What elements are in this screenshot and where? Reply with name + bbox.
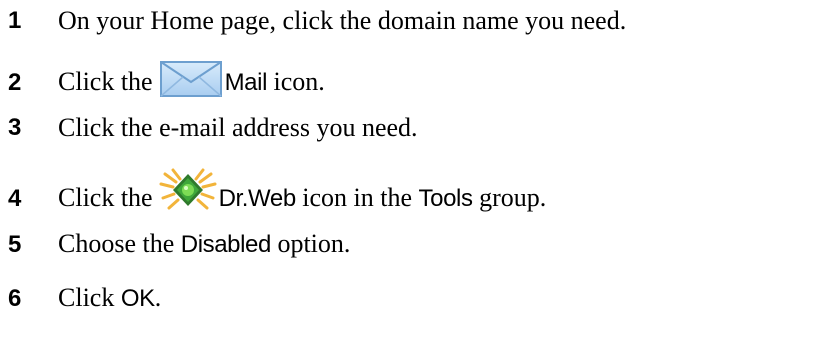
step-5: 5 Choose the Disabled option. [8, 229, 350, 260]
step-text: Click OK. [58, 283, 161, 314]
step-text-after: option. [277, 229, 351, 258]
step-text-middle: icon in the [302, 183, 413, 212]
step-2: 2 Click the Mail icon. [8, 60, 325, 98]
tools-label: Tools [418, 185, 473, 212]
mail-envelope-icon [159, 60, 223, 98]
step-number: 6 [8, 285, 22, 312]
step-text-after: . [154, 283, 162, 312]
step-text: Click the e-mail address you need. [58, 113, 418, 142]
drweb-antivirus-icon [159, 168, 217, 214]
step-text: Choose the Disabled option. [58, 229, 350, 260]
step-text: Click the Dr.Web icon in the Tools group… [58, 168, 546, 214]
drweb-label: Dr.Web [218, 185, 297, 212]
instruction-steps: 1 On your Home page, click the domain na… [0, 0, 824, 347]
disabled-option-label: Disabled [180, 231, 272, 258]
step-text-before: Click the [58, 183, 153, 212]
step-6: 6 Click OK. [8, 283, 161, 314]
step-text-after: group. [479, 183, 547, 212]
step-text-before: Click [58, 283, 115, 312]
step-text: On your Home page, click the domain name… [58, 6, 627, 35]
step-text-before: Choose the [58, 229, 175, 258]
step-number: 3 [8, 114, 22, 141]
step-number: 2 [8, 69, 22, 96]
step-text-before: Click the [58, 67, 153, 96]
mail-label: Mail [224, 69, 268, 96]
step-text: Click the Mail icon. [58, 60, 325, 98]
step-number: 1 [8, 7, 22, 34]
step-4: 4 Click the Dr.Web icon in the Tools gro… [8, 168, 546, 214]
step-text-after: icon. [273, 67, 325, 96]
ok-button-label: OK [120, 285, 155, 312]
step-number: 4 [8, 185, 22, 212]
step-number: 5 [8, 231, 22, 258]
step-1: 1 On your Home page, click the domain na… [8, 6, 626, 36]
step-3: 3 Click the e-mail address you need. [8, 113, 418, 143]
